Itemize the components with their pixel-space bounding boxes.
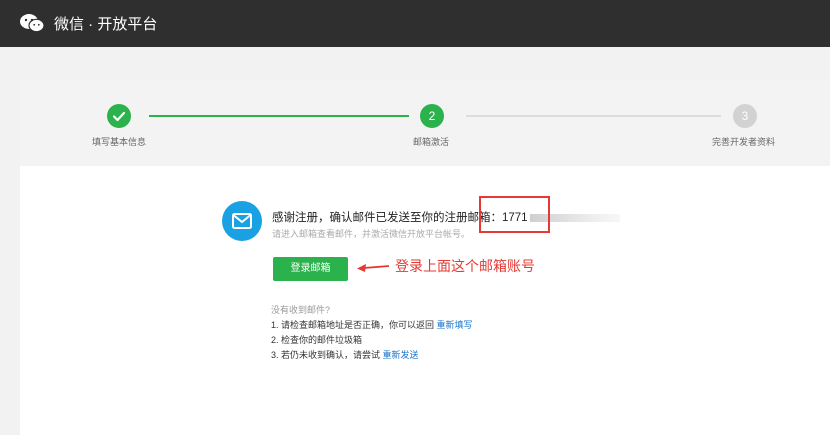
step-1-label: 填写基本信息 (92, 137, 147, 147)
help-line-2: 2. 检查你的邮件垃圾箱 (271, 335, 363, 345)
resend-link[interactable]: 重新发送 (383, 350, 419, 360)
help-title: 没有收到邮件? (271, 305, 331, 315)
email-highlight-box (479, 196, 550, 233)
step-connector-1 (149, 115, 409, 117)
step-connector-2 (466, 115, 721, 117)
envelope-icon (222, 201, 262, 241)
top-bar: 微信 · 开放平台 (0, 0, 830, 47)
annotation-arrow-icon (357, 264, 390, 272)
check-icon (112, 111, 126, 122)
step-3-label: 完善开发者资料 (712, 137, 776, 147)
help-line-1-text: 1. 请检查邮箱地址是否正确，你可以返回 (271, 320, 435, 330)
help-line-3-text: 3. 若仍未收到确认，请尝试 (271, 350, 381, 360)
step-2-label: 邮箱激活 (413, 137, 450, 147)
refill-link[interactable]: 重新填写 (437, 320, 473, 330)
annotation-text: 登录上面这个邮箱账号 (395, 258, 535, 274)
message-prefix: 感谢注册，确认邮件已发送至你的注册邮箱： (272, 212, 502, 224)
login-mailbox-button[interactable]: 登录邮箱 (273, 257, 348, 281)
help-line-3: 3. 若仍未收到确认，请尝试 重新发送 (271, 348, 419, 361)
brand-title: 微信 · 开放平台 (54, 16, 158, 33)
register-card: 2 3 填写基本信息 邮箱激活 完善开发者资料 感谢注册，确认邮件已发送至你的注… (20, 80, 830, 435)
step-2-number: 2 (420, 104, 444, 128)
step-3-number: 3 (733, 104, 757, 128)
step-1-done (107, 104, 131, 128)
activation-hint: 请进入邮箱查看邮件，并激活微信开放平台帐号。 (272, 229, 471, 239)
wechat-logo-icon (20, 14, 45, 33)
confirmation-message: 感谢注册，确认邮件已发送至你的注册邮箱：1771 (272, 209, 620, 225)
progress-steps: 2 3 填写基本信息 邮箱激活 完善开发者资料 (20, 80, 830, 166)
help-line-1: 1. 请检查邮箱地址是否正确，你可以返回 重新填写 (271, 318, 473, 331)
